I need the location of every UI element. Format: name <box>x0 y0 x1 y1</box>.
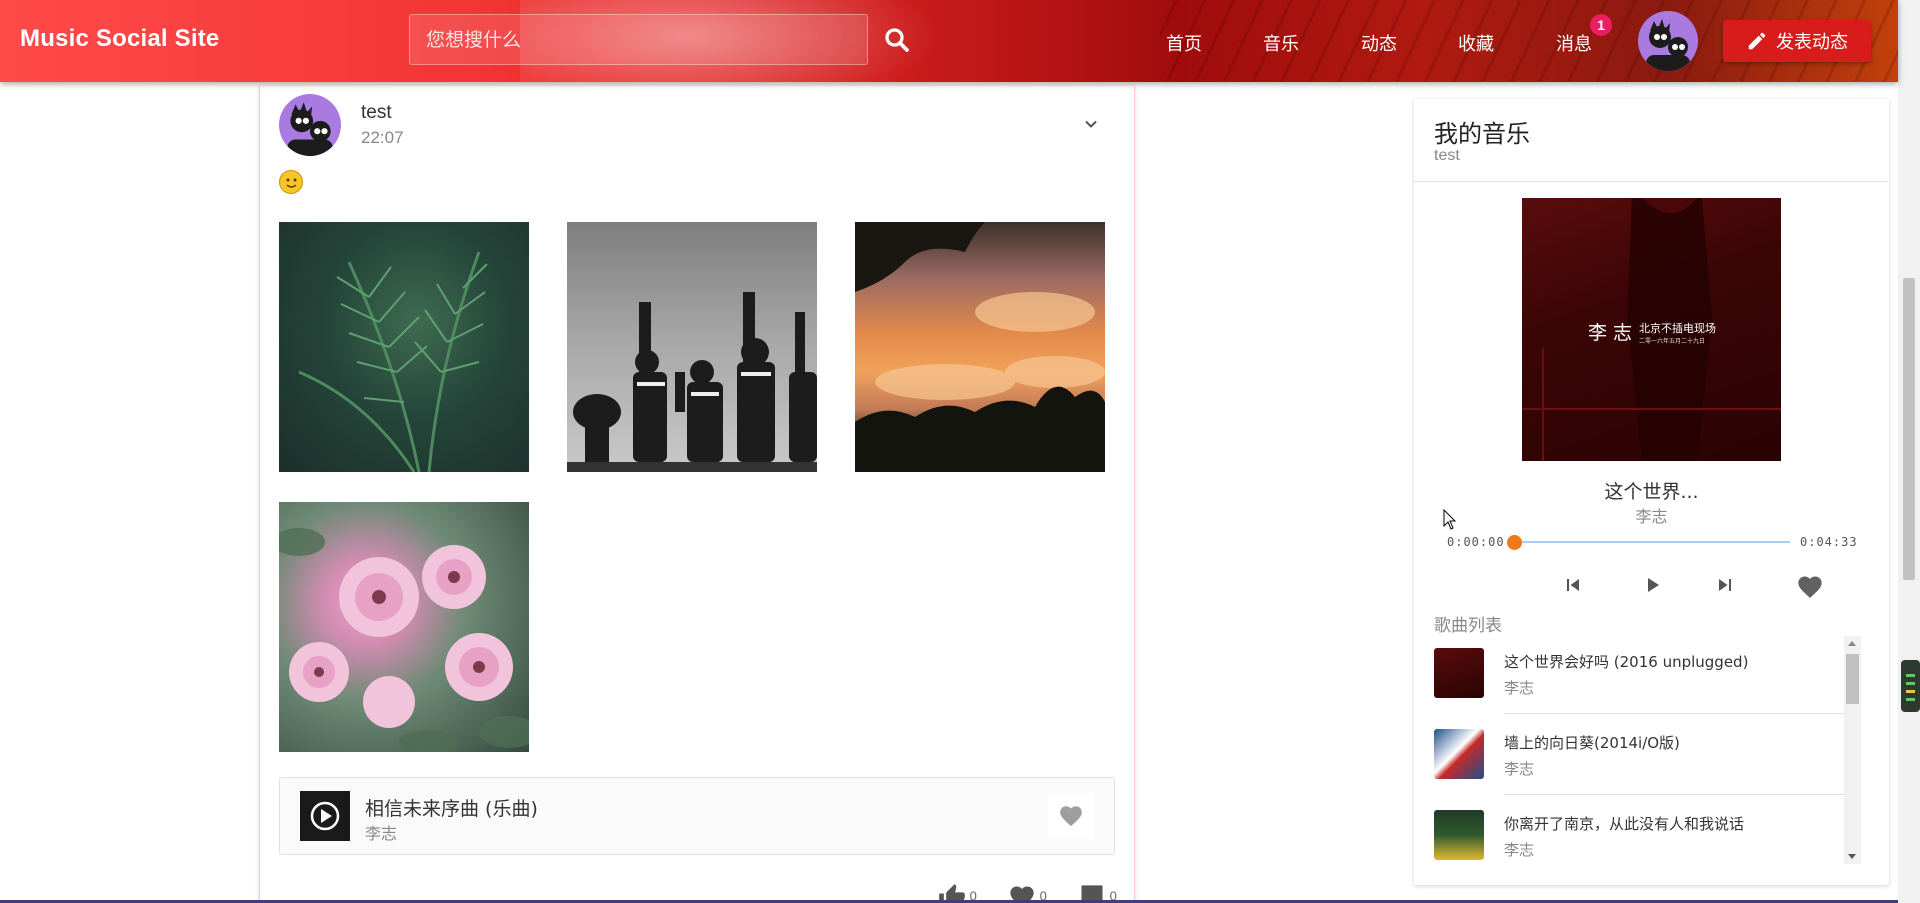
panel-divider <box>1414 181 1889 182</box>
user-avatar[interactable] <box>1638 11 1698 71</box>
skip-next-icon <box>1719 579 1731 591</box>
skip-previous-icon <box>1567 579 1579 591</box>
panel-subtitle: test <box>1434 147 1460 164</box>
song-divider <box>1504 713 1844 714</box>
song-cover <box>1434 729 1484 779</box>
song-artist: 李志 <box>1504 841 1535 859</box>
total-time: 0:04:33 <box>1800 535 1858 549</box>
music-title: 相信未来序曲 (乐曲) <box>365 798 538 820</box>
song-list-item[interactable]: 你离开了南京，从此没有人和我说话 李志 <box>1434 798 1844 864</box>
page-scroll-thumb[interactable] <box>1903 278 1915 580</box>
search-input[interactable] <box>410 15 867 64</box>
panel-title: 我的音乐 <box>1434 120 1530 148</box>
search-button[interactable] <box>882 25 912 55</box>
post-timestamp: 22:07 <box>361 128 404 147</box>
search-icon <box>885 28 909 52</box>
album-line2-text: 二零一六年五月二十九日 <box>1639 338 1706 345</box>
post-expand-button[interactable] <box>1081 114 1101 134</box>
site-brand[interactable]: Music Social Site <box>20 25 219 53</box>
post-photo-fern[interactable] <box>279 222 529 472</box>
song-list-item[interactable]: 这个世界会好吗 (2016 unplugged) 李志 <box>1434 636 1844 717</box>
create-post-label: 发表动态 <box>1776 32 1848 53</box>
play-button[interactable] <box>1640 573 1664 597</box>
nav-feed[interactable]: 动态 <box>1361 30 1397 56</box>
next-track-button[interactable] <box>1713 573 1737 597</box>
scroll-up-arrow-icon[interactable] <box>1848 641 1856 646</box>
create-post-button[interactable]: 发表动态 <box>1723 20 1871 62</box>
mouse-cursor-icon <box>1443 509 1457 530</box>
smiley-emoji-icon <box>279 170 303 194</box>
song-cover <box>1434 810 1484 860</box>
music-artist: 李志 <box>365 824 398 843</box>
pencil-icon <box>1748 32 1766 50</box>
music-like-button[interactable] <box>1048 793 1094 839</box>
song-list-item[interactable]: 墙上的向日葵(2014i/O版) 李志 <box>1434 717 1844 798</box>
message-count-badge: 1 <box>1590 14 1612 36</box>
album-line1-text: 北京不插电现场 <box>1639 322 1716 335</box>
now-playing-title: 这个世界... <box>1604 481 1699 503</box>
top-app-bar: Music Social Site 首页 音乐 动态 收藏 消息 1 发表动态 <box>0 0 1898 82</box>
song-title: 这个世界会好吗 (2016 unplugged) <box>1504 653 1749 671</box>
album-cover: 李 志 北京不插电现场 二零一六年五月二十九日 <box>1522 198 1781 461</box>
post-photo-roses[interactable] <box>279 502 529 752</box>
nav-music[interactable]: 音乐 <box>1263 30 1299 56</box>
nav-home[interactable]: 首页 <box>1166 30 1202 56</box>
song-list-label: 歌曲列表 <box>1434 616 1502 636</box>
heart-icon <box>1798 576 1822 598</box>
song-cover <box>1434 648 1484 698</box>
song-artist: 李志 <box>1504 679 1535 697</box>
progress-slider-track[interactable] <box>1514 541 1790 543</box>
song-title: 墙上的向日葵(2014i/O版) <box>1504 734 1680 752</box>
post-author-avatar[interactable] <box>279 94 341 156</box>
floating-widget-tab[interactable] <box>1901 660 1920 712</box>
nav-favorites[interactable]: 收藏 <box>1458 30 1494 56</box>
album-artist-text: 李 志 <box>1588 322 1633 344</box>
post-photo-sunset[interactable] <box>855 222 1105 472</box>
nav-messages[interactable]: 消息 <box>1556 30 1592 56</box>
post-author-name[interactable]: test <box>361 102 392 124</box>
song-list-scroll-thumb[interactable] <box>1846 654 1859 704</box>
play-circle-icon <box>310 801 340 831</box>
current-time: 0:00:00 <box>1447 535 1505 549</box>
song-list[interactable]: 这个世界会好吗 (2016 unplugged) 李志 墙上的向日葵(2014i… <box>1434 636 1844 864</box>
previous-track-button[interactable] <box>1561 573 1585 597</box>
progress-slider-knob[interactable] <box>1507 535 1522 550</box>
avatar-icon <box>287 102 333 156</box>
favorite-song-button[interactable] <box>1796 573 1824 601</box>
scroll-down-arrow-icon[interactable] <box>1848 854 1856 859</box>
search-box[interactable] <box>409 14 868 65</box>
heart-icon <box>1060 806 1082 827</box>
play-icon <box>1648 578 1659 592</box>
song-title: 你离开了南京，从此没有人和我说话 <box>1504 815 1745 833</box>
post-photo-anime-crew[interactable] <box>567 222 817 472</box>
song-artist: 李志 <box>1504 760 1535 778</box>
page-scrollbar[interactable] <box>1898 0 1920 903</box>
music-cover-play-button[interactable] <box>300 791 350 841</box>
chevron-down-icon <box>1085 120 1097 128</box>
song-divider <box>1504 794 1844 795</box>
now-playing-artist: 李志 <box>1635 507 1668 526</box>
avatar-icon <box>1646 19 1690 71</box>
song-list-scrollbar[interactable] <box>1844 636 1861 864</box>
